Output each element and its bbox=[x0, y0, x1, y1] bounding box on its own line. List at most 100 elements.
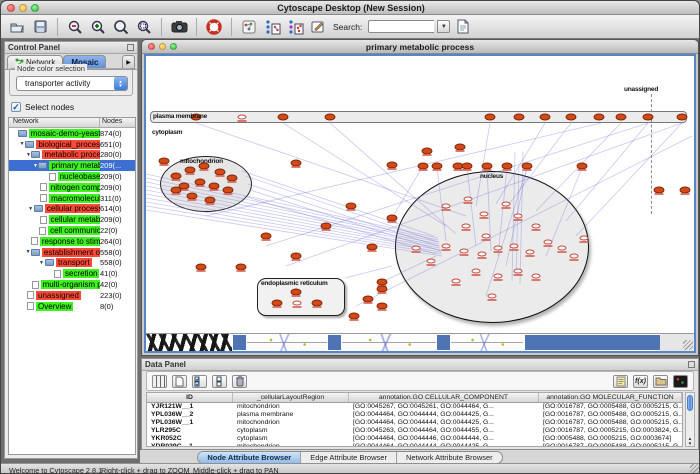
table-row[interactable]: YLR295Ccytoplasm[GO:0045263, GO:0044464,… bbox=[147, 427, 682, 435]
gene-node-unselected[interactable] bbox=[452, 279, 461, 284]
matrix-icon[interactable] bbox=[673, 375, 688, 388]
tree-row[interactable]: ▼primary metabol209(... bbox=[9, 160, 135, 171]
table-scrollbar[interactable]: ▲▼ bbox=[685, 392, 695, 447]
gene-node[interactable] bbox=[594, 114, 605, 121]
tree-row[interactable]: ▼metabolic process280(0) bbox=[9, 150, 135, 161]
zoom-selected-icon[interactable] bbox=[134, 17, 154, 37]
tab-overflow-icon[interactable]: ▶ bbox=[122, 55, 135, 69]
formula-icon[interactable]: f(x) bbox=[633, 375, 648, 388]
expand-icon[interactable]: ▼ bbox=[27, 206, 33, 212]
gene-node-unselected[interactable] bbox=[510, 244, 519, 249]
gene-node-unselected[interactable] bbox=[480, 212, 489, 217]
strip-thumbnail-zoomed[interactable] bbox=[146, 334, 232, 351]
tree-column-network[interactable]: Network bbox=[9, 118, 99, 127]
tree-row[interactable]: response to stimulu264(0) bbox=[9, 236, 135, 247]
gene-node-unselected[interactable] bbox=[532, 224, 541, 229]
column-header[interactable]: ID bbox=[147, 393, 233, 402]
tree-row[interactable]: ▼transport558(0) bbox=[9, 258, 135, 269]
table-row[interactable]: YPL036W__1mitochondrion[GO:0044464, GO:0… bbox=[147, 419, 682, 427]
gene-node-unselected[interactable] bbox=[558, 246, 567, 251]
gene-node-unselected[interactable] bbox=[544, 240, 553, 245]
gene-node[interactable] bbox=[540, 114, 551, 121]
window-resize-grip[interactable] bbox=[683, 340, 693, 350]
gene-node-unselected[interactable] bbox=[494, 246, 503, 251]
tree-row[interactable]: cellular metabol209(0) bbox=[9, 214, 135, 225]
gene-node-unselected[interactable] bbox=[494, 274, 503, 279]
gene-node-unselected[interactable] bbox=[570, 254, 579, 259]
import-attributes-icon[interactable] bbox=[653, 375, 668, 388]
tab-network-attribute-browser[interactable]: Network Attribute Browser bbox=[397, 452, 502, 463]
tree-row[interactable]: mosaic-demo-yeast874(0) bbox=[9, 128, 135, 139]
gene-node[interactable] bbox=[325, 114, 336, 121]
gene-node-unselected[interactable] bbox=[532, 274, 541, 279]
select-nodes-checkbox[interactable]: ✓ bbox=[11, 102, 21, 112]
search-dropdown-icon[interactable]: ▼ bbox=[437, 20, 450, 33]
help-icon[interactable] bbox=[204, 17, 224, 37]
zoom-fit-icon[interactable] bbox=[111, 17, 131, 37]
gene-node[interactable] bbox=[566, 114, 577, 121]
gene-node-unselected[interactable] bbox=[412, 246, 421, 251]
gene-node[interactable] bbox=[514, 114, 525, 121]
select-attributes-icon[interactable] bbox=[192, 375, 207, 388]
node-color-dropdown[interactable]: transporter activity ▲▼ bbox=[16, 76, 128, 91]
gene-node-unselected[interactable] bbox=[238, 115, 247, 120]
gene-node-unselected[interactable] bbox=[442, 244, 451, 249]
gene-node-unselected[interactable] bbox=[462, 224, 471, 229]
gene-node-unselected[interactable] bbox=[460, 249, 469, 254]
search-options-icon[interactable] bbox=[453, 17, 473, 37]
zoom-in-icon[interactable] bbox=[88, 17, 108, 37]
gene-node-unselected[interactable] bbox=[482, 234, 491, 239]
gene-node-unselected[interactable] bbox=[514, 269, 523, 274]
gene-node-unselected[interactable] bbox=[502, 202, 511, 207]
app-resize-grip[interactable] bbox=[690, 464, 700, 474]
network-window-titlebar[interactable]: primary metabolic process bbox=[142, 40, 698, 54]
tab-node-attribute-browser[interactable]: Node Attribute Browser bbox=[198, 452, 301, 463]
tree-row[interactable]: macromolecule311(0) bbox=[9, 193, 135, 204]
annotate-icon[interactable] bbox=[308, 17, 328, 37]
search-input[interactable] bbox=[368, 20, 434, 33]
gene-node-unselected[interactable] bbox=[464, 197, 473, 202]
strip-thumbnail[interactable] bbox=[247, 334, 327, 351]
tree-row[interactable]: ▼biological_process651(0) bbox=[9, 139, 135, 150]
vizmapper-icon-2[interactable] bbox=[285, 17, 305, 37]
tree-row[interactable]: nucleobase-209(0) bbox=[9, 171, 135, 182]
strip-thumbnail[interactable] bbox=[451, 334, 523, 351]
notes-icon[interactable] bbox=[613, 375, 628, 388]
tree-row[interactable]: ▼cellular process614(0) bbox=[9, 204, 135, 215]
vizmapper-icon-1[interactable] bbox=[262, 17, 282, 37]
gene-node[interactable] bbox=[278, 114, 289, 121]
network-canvas[interactable]: plasma membrane cytoplasm mitochondrion … bbox=[146, 56, 694, 333]
open-session-button[interactable] bbox=[7, 17, 27, 37]
window-titlebar[interactable]: Cytoscape Desktop (New Session) bbox=[1, 1, 700, 15]
tree-row[interactable]: multi-organism pro42(0) bbox=[9, 279, 135, 290]
expand-icon[interactable]: ▼ bbox=[38, 260, 45, 266]
gene-node[interactable] bbox=[485, 114, 496, 121]
gene-node-unselected[interactable] bbox=[478, 252, 487, 257]
tree-row[interactable]: ▼establishment of lo558(0) bbox=[9, 247, 135, 258]
tab-edge-attribute-browser[interactable]: Edge Attribute Browser bbox=[301, 452, 397, 463]
tree-row[interactable]: Overview8(0) bbox=[9, 301, 135, 312]
overview-icon[interactable] bbox=[239, 17, 259, 37]
table-row[interactable]: YDR039C__1mitochondrion[GO:0044464, GO:0… bbox=[147, 443, 682, 447]
gene-node-unselected[interactable] bbox=[442, 204, 451, 209]
tree-row[interactable]: secretion41(0) bbox=[9, 268, 135, 279]
gene-node[interactable] bbox=[677, 114, 688, 121]
scrollbar-arrows[interactable]: ▲▼ bbox=[686, 436, 694, 446]
gene-node-unselected[interactable] bbox=[514, 214, 523, 219]
tree-row[interactable]: unassigned223(0) bbox=[9, 290, 135, 301]
attribute-table-icon[interactable] bbox=[152, 375, 167, 388]
scrollbar-thumb[interactable] bbox=[687, 395, 693, 411]
gene-node[interactable] bbox=[616, 114, 627, 121]
tree-column-nodes[interactable]: Nodes bbox=[99, 118, 135, 127]
gene-node-unselected[interactable] bbox=[526, 250, 535, 255]
gene-node-unselected[interactable] bbox=[293, 301, 302, 306]
table-row[interactable]: YJR121W__1mitochondrion[GO:0045267, GO:0… bbox=[147, 403, 682, 411]
attribute-list-icon[interactable] bbox=[212, 375, 227, 388]
float-panel-icon[interactable] bbox=[127, 44, 134, 51]
column-header[interactable]: _cellularLayoutRegion bbox=[233, 393, 349, 402]
gene-node[interactable] bbox=[643, 114, 654, 121]
strip-thumbnail[interactable] bbox=[342, 334, 436, 351]
gene-node-unselected[interactable] bbox=[488, 294, 497, 299]
float-data-panel-icon[interactable] bbox=[688, 361, 695, 368]
gene-node-unselected[interactable] bbox=[472, 269, 481, 274]
